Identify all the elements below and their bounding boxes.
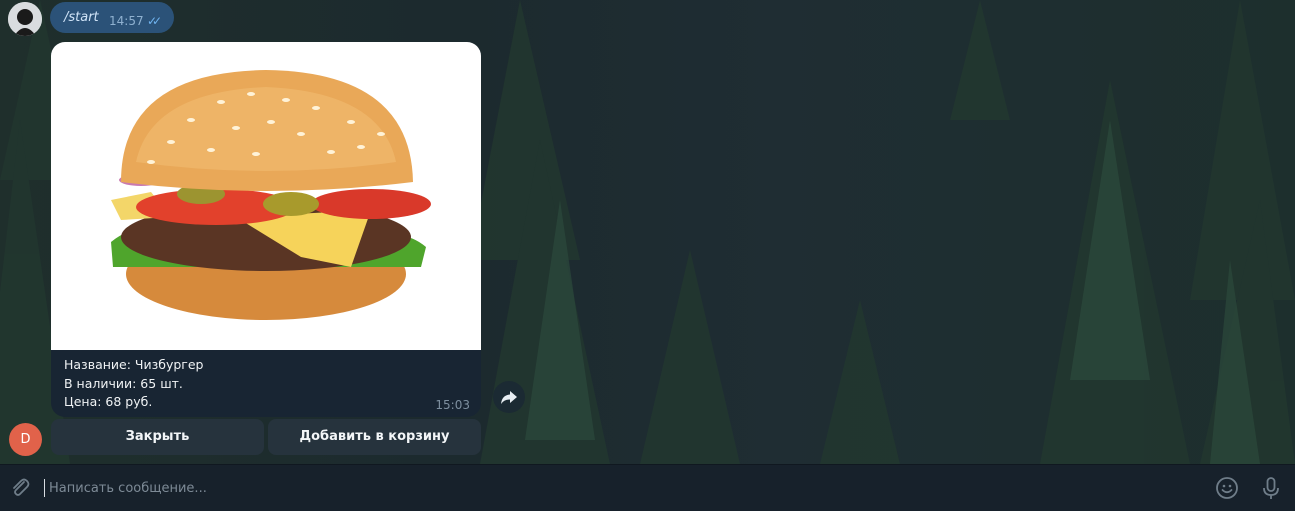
- product-price: Цена: 68 руб.: [64, 394, 153, 409]
- paperclip-icon[interactable]: [8, 476, 32, 500]
- emoji-icon[interactable]: [1215, 476, 1239, 500]
- close-button[interactable]: Закрыть: [51, 419, 264, 455]
- double-check-icon: ✓✓: [147, 14, 162, 28]
- product-name: Название: Чизбургер: [64, 357, 204, 372]
- outgoing-message-time: 14:57: [109, 14, 144, 28]
- bot-avatar[interactable]: D: [9, 423, 42, 456]
- outgoing-message-bubble[interactable]: /start 14:57 ✓✓: [50, 2, 174, 33]
- microphone-icon[interactable]: [1259, 476, 1283, 500]
- message-composer: [0, 464, 1295, 511]
- forward-button[interactable]: [493, 381, 525, 413]
- card-message-time: 15:03: [435, 398, 470, 412]
- user-avatar[interactable]: [8, 2, 42, 36]
- user-silhouette-icon: [8, 2, 42, 36]
- product-caption: Название: Чизбургер В наличии: 65 шт. Це…: [64, 356, 203, 412]
- add-to-cart-button[interactable]: Добавить в корзину: [268, 419, 481, 455]
- message-input[interactable]: [44, 479, 1199, 497]
- product-stock: В наличии: 65 шт.: [64, 375, 183, 391]
- cheeseburger-photo[interactable]: [51, 42, 481, 350]
- forward-arrow-icon: [501, 391, 517, 404]
- cheeseburger-image-icon: [111, 70, 431, 320]
- product-card-message[interactable]: Название: Чизбургер В наличии: 65 шт. Це…: [51, 42, 481, 417]
- outgoing-message-text: /start: [64, 10, 99, 25]
